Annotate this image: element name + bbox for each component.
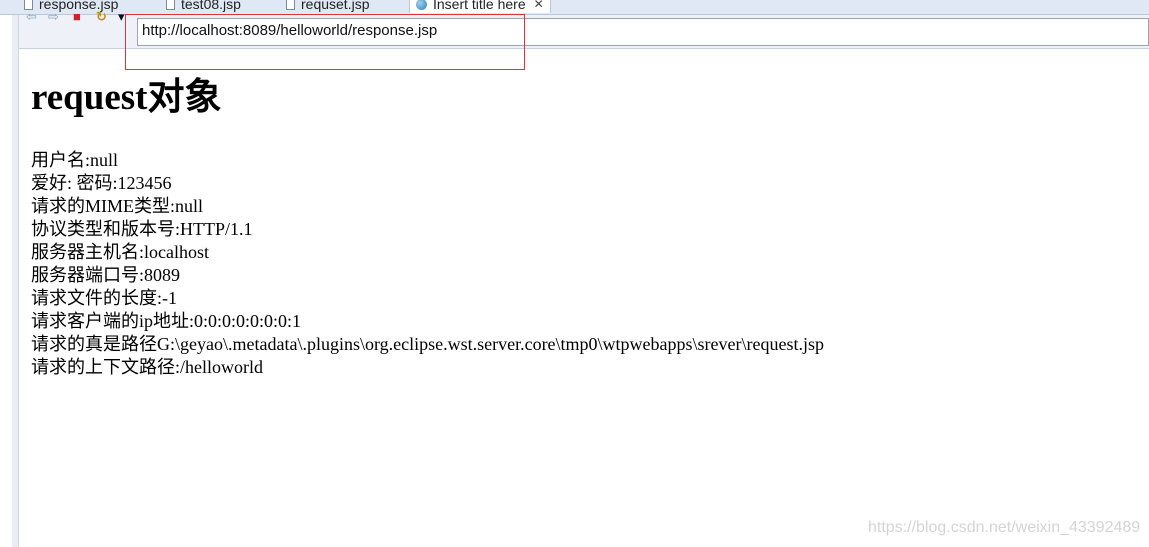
page-title: request对象	[31, 77, 222, 118]
stop-icon[interactable]: ■	[73, 10, 81, 24]
tab-label: requset.jsp	[301, 0, 370, 12]
tab-test08-jsp[interactable]: test08.jsp	[166, 0, 241, 13]
jsp-file-icon	[166, 0, 175, 10]
line-hobby-password: 爱好: 密码:123456	[31, 173, 172, 193]
line-client-ip: 请求客户端的ip地址:0:0:0:0:0:0:0:1	[31, 311, 302, 331]
jsp-file-icon	[286, 0, 295, 10]
tab-requset-jsp[interactable]: requset.jsp	[286, 0, 369, 13]
page-content: request对象 用户名:null 爱好: 密码:123456 请求的MIME…	[31, 75, 824, 379]
tab-label: Insert title here	[433, 0, 526, 12]
line-context-path: 请求的上下文路径:/helloworld	[31, 357, 263, 377]
tab-insert-title-here[interactable]: Insert title here ✕	[409, 0, 551, 13]
output-lines: 用户名:null 爱好: 密码:123456 请求的MIME类型:null 协议…	[31, 149, 824, 379]
line-server-host: 服务器主机名:localhost	[31, 242, 209, 262]
left-editor-gutter	[12, 15, 19, 547]
back-arrow-icon[interactable]: ⇦	[26, 10, 37, 24]
line-content-length: 请求文件的长度:-1	[31, 288, 177, 308]
refresh-icon[interactable]: ↻	[96, 10, 107, 24]
red-highlight-box	[125, 14, 525, 70]
dropdown-arrow-icon[interactable]: ▾	[118, 10, 125, 24]
line-username: 用户名:null	[31, 150, 119, 170]
globe-icon	[416, 0, 427, 10]
editor-tab-bar: response.jsp test08.jsp requset.jsp Inse…	[0, 0, 1149, 15]
line-server-port: 服务器端口号:8089	[31, 265, 181, 285]
line-real-path: 请求的真是路径G:\geyao\.metadata\.plugins\org.e…	[31, 334, 824, 354]
line-mime-type: 请求的MIME类型:null	[31, 196, 204, 216]
close-icon[interactable]: ✕	[534, 0, 544, 11]
line-protocol: 协议类型和版本号:HTTP/1.1	[31, 219, 253, 239]
forward-arrow-icon[interactable]: ⇨	[48, 10, 59, 24]
tab-label: test08.jsp	[181, 0, 241, 12]
watermark: https://blog.csdn.net/weixin_43392489	[868, 519, 1141, 536]
